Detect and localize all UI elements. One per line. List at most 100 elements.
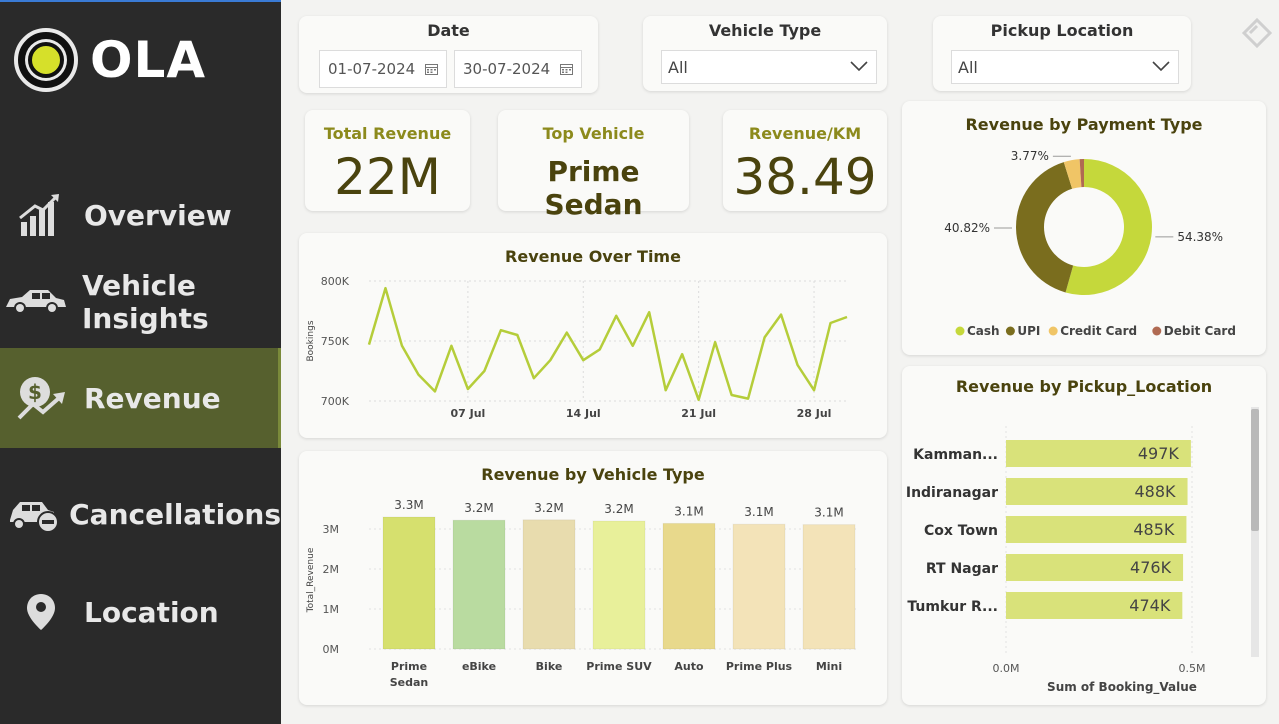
scrollbar-thumb[interactable] [1251,409,1259,531]
data-label: 3.2M [464,501,493,515]
scrollbar-track[interactable] [1251,407,1259,657]
start-date-input[interactable]: 01-07-2024 [319,50,447,88]
legend-marker [1005,326,1015,336]
x-tick-label: Prime Plus [726,660,793,673]
revenue-over-time-chart: 800K 750K 700K 07 Jul 14 Jul 21 Jul 28 Jul Book… [306,275,848,420]
car-cancel-icon [6,489,61,539]
nav-vehicle-insights[interactable]: Vehicle Insights [0,252,281,352]
data-label: 3.1M [814,506,843,520]
pickup-location-filter-title: Pickup Location [990,21,1134,40]
y-tick-label: 0M [323,643,340,656]
data-label: 3.1M [674,504,703,518]
y-tick-label: Kamman... [913,447,998,463]
y-tick-label: RT Nagar [926,561,998,577]
x-tick-label: Mini [816,660,842,673]
revenue-by-vehicle-type-card: Revenue by Vehicle Type 3M 2M 1M 0M Total_Re… [299,451,887,705]
bar [382,516,436,650]
data-label: 3.2M [604,502,633,516]
car-icon [4,277,68,327]
calendar-icon [425,64,438,75]
vehicle-type-select[interactable]: All [661,50,877,84]
chevron-down-icon [850,61,868,72]
legend-marker [1048,326,1058,336]
bar [732,523,786,650]
calendar-icon [560,64,573,75]
y-tick-label: 3M [323,523,340,536]
eraser-icon[interactable] [1240,16,1274,50]
revenue-by-payment-type-card: Revenue by Payment Type 54.38% 40.82% 3.77… [902,101,1266,355]
kpi-value: 22M [334,148,441,206]
revenue-by-vehicle-type-chart: 3M 2M 1M 0M Total_Revenue 3.3M Prime Sedan 3.2M e… [306,498,859,689]
pickup-location-value: All [958,57,978,77]
data-label: 497K [1138,444,1180,463]
bar [662,522,716,650]
bar [802,524,856,650]
x-tick-label: Prime SUV [586,660,652,673]
revenue-by-payment-type-chart: 54.38% 40.82% 3.77% Cash UPI Credit Card Debit… [944,149,1236,338]
legend-label: Debit Card [1164,324,1236,338]
x-tick-label: 21 Jul [681,407,716,420]
kpi-value: 38.49 [733,148,877,206]
nav-label: Location [84,595,219,629]
start-date-value: 01-07-2024 [328,60,416,78]
bar [522,519,576,650]
vehicle-type-filter-title: Vehicle Type [708,21,822,40]
kpi-top-vehicle: Top Vehicle Prime Sedan [498,110,689,221]
x-tick-label: 14 Jul [566,407,601,420]
x-tick-label: Prime [391,660,427,673]
revenue-line [367,286,848,402]
growth-chart-icon [6,190,76,240]
nav-label: Revenue [84,381,221,415]
data-label: 474K [1129,596,1171,615]
nav-cancellations[interactable]: Cancellations [0,464,281,564]
y-tick-label: 800K [321,275,350,288]
kpi-value: Prime Sedan [544,155,643,221]
revenue-over-time-card: Revenue Over Time 800K 750K 700K 07 Jul 14 J… [299,233,887,438]
end-date-value: 30-07-2024 [463,60,551,78]
data-label: 488K [1135,482,1177,501]
x-axis-label: Sum of Booking_Value [1047,680,1197,695]
y-axis-label: Bookings [306,320,316,361]
money-growth-icon: $ [6,373,76,423]
ola-logo-icon [14,28,78,92]
sidebar: OLA Overview Vehicle Insights $ Revenue … [0,0,281,724]
brand-name: OLA [90,31,207,89]
nav-location[interactable]: Location [0,562,281,662]
location-pin-icon [6,587,76,637]
x-tick-label: eBike [462,660,496,673]
x-tick-label: Sedan [390,676,429,689]
y-tick-label: 2M [323,563,340,576]
kpi-label: Revenue/KM [748,124,862,143]
nav-revenue[interactable]: $ Revenue [0,348,281,448]
kpi-label: Top Vehicle [542,124,645,143]
kpi-label: Total Revenue [323,124,452,143]
bar [592,520,646,650]
x-tick-label: 0.0M [993,662,1020,675]
data-label: 3.3M [394,498,423,512]
legend-label: UPI [1017,324,1040,338]
x-tick-label: Auto [674,660,704,673]
slice-label: 40.82% [944,221,990,235]
legend-marker [1152,326,1162,336]
vehicle-type-value: All [668,57,688,77]
x-tick-label: Bike [536,660,563,673]
chevron-down-icon [1152,61,1170,72]
y-tick-label: 750K [321,335,350,348]
nav-overview[interactable]: Overview [0,165,281,265]
x-tick-label: 0.5M [1179,662,1206,675]
svg-text:$: $ [28,380,42,404]
y-tick-label: Indiranagar [906,485,998,501]
date-filter: Date 01-07-2024 30-07-2024 [299,16,598,93]
kpi-revenue-per-km: Revenue/KM 38.49 [723,110,887,211]
legend-label: Credit Card [1060,324,1137,338]
legend-label: Cash [967,324,1000,338]
bar [452,519,506,650]
slice-label: 3.77% [1011,149,1049,163]
pickup-location-select[interactable]: All [951,50,1179,84]
pickup-location-filter: Pickup Location All [933,16,1191,91]
data-label: 3.2M [534,501,563,515]
data-label: 3.1M [744,505,773,519]
data-label: 485K [1133,520,1175,539]
end-date-input[interactable]: 30-07-2024 [454,50,582,88]
vehicle-type-filter: Vehicle Type All [643,16,887,91]
